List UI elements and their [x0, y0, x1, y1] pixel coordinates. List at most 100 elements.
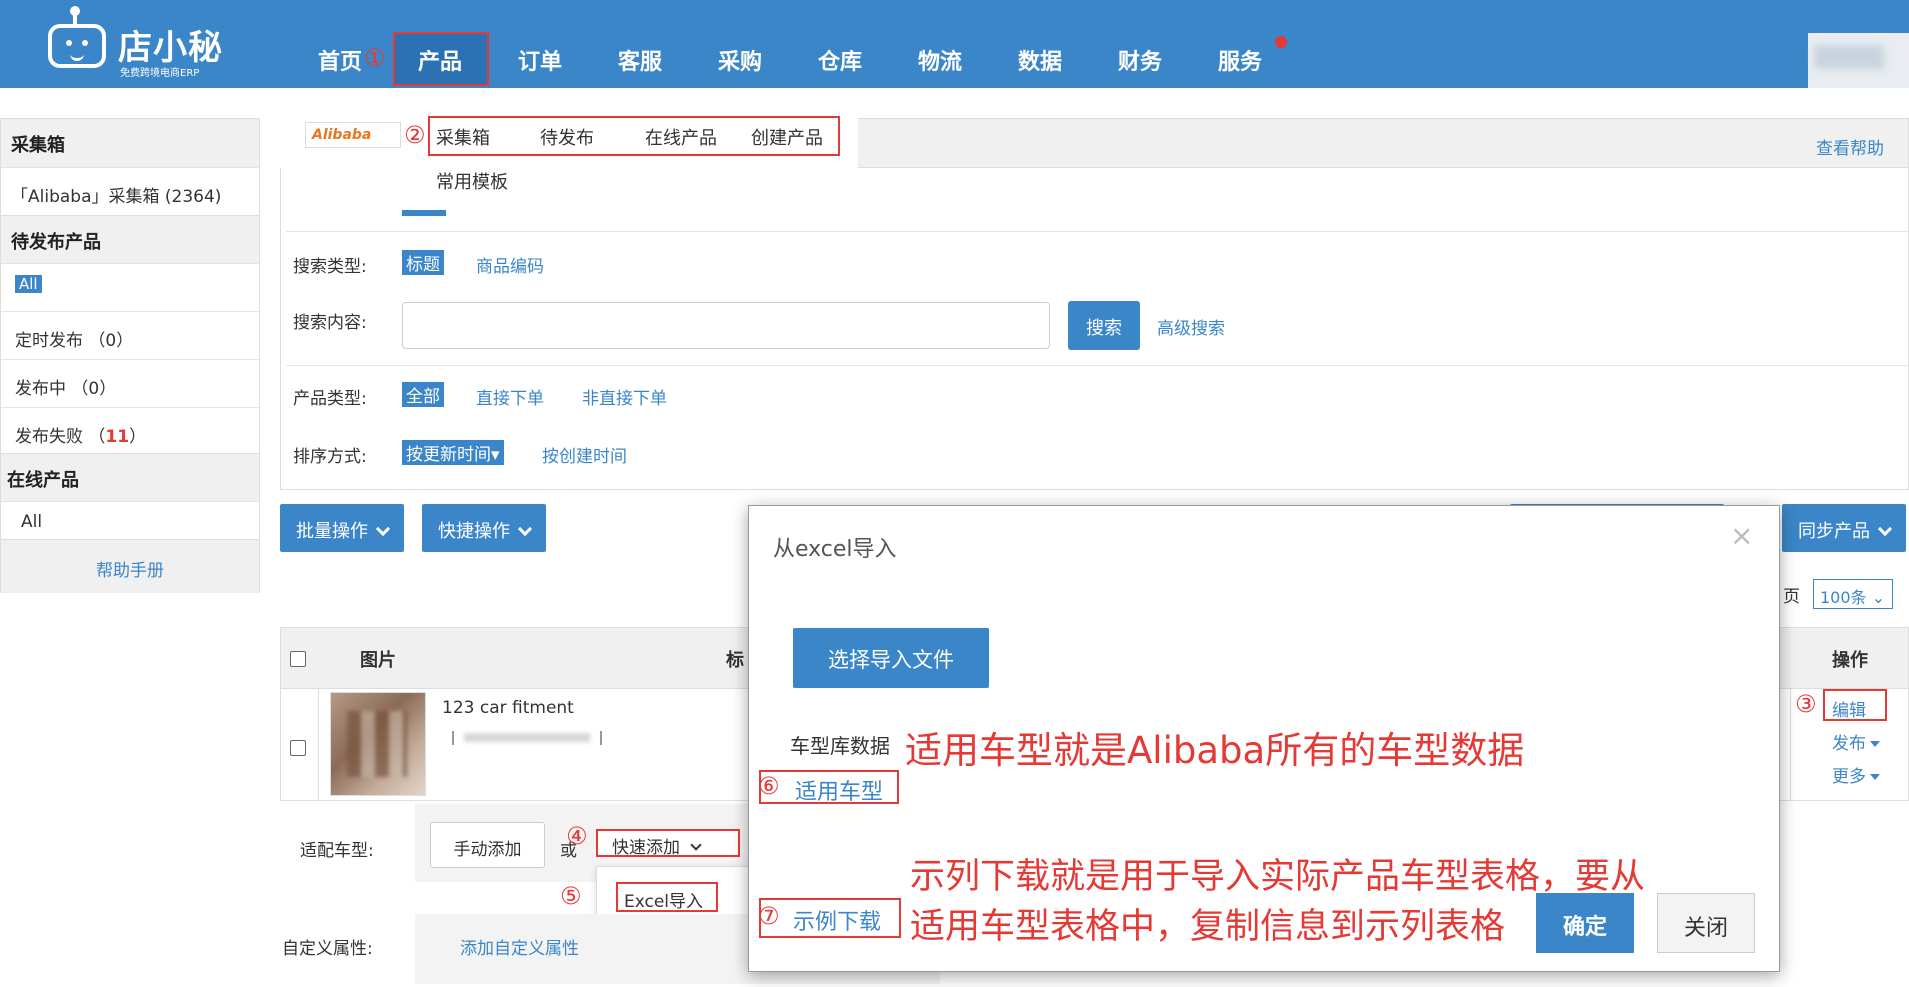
add-custom-attr-link[interactable]: 添加自定义属性: [460, 934, 579, 959]
row-checkbox[interactable]: [290, 740, 306, 756]
nav-products[interactable]: 产品: [418, 44, 462, 76]
product-code-redacted: [452, 731, 602, 745]
select-all-checkbox[interactable]: [290, 651, 306, 667]
more-label: 更多: [1832, 767, 1866, 787]
subtab-online[interactable]: 在线产品: [645, 124, 717, 150]
subtab-pending[interactable]: 待发布: [540, 124, 594, 150]
car-library-label: 车型库数据: [790, 734, 890, 758]
search-type-sku[interactable]: 商品编码: [476, 252, 544, 277]
sidebar-head-pending: 待发布产品: [1, 215, 259, 263]
sidebar-item-pending-all[interactable]: All: [1, 263, 259, 311]
product-type-direct[interactable]: 直接下单: [476, 384, 544, 409]
nav-warehouse[interactable]: 仓库: [818, 44, 862, 76]
marker-2: ②: [404, 121, 426, 149]
applicable-models-link[interactable]: 适用车型: [795, 780, 883, 805]
batch-actions-label: 批量操作: [296, 521, 368, 542]
page-size-select[interactable]: 100条 ⌄: [1813, 579, 1893, 609]
product-title[interactable]: 123 car fitment: [442, 698, 574, 718]
sidebar-head-collect: 采集箱: [1, 119, 259, 167]
marker-1: ①: [364, 44, 386, 72]
choose-file-button[interactable]: 选择导入文件: [793, 628, 989, 688]
col-ops: 操作: [1832, 650, 1868, 671]
failed-label: 发布失败 （: [15, 427, 106, 447]
sidebar-item-failed[interactable]: 发布失败 （11）: [1, 407, 259, 455]
column-divider: [1790, 689, 1791, 801]
manual-add-button[interactable]: 手动添加: [430, 822, 545, 868]
sidebar-item-scheduled[interactable]: 定时发布 （0）: [1, 311, 259, 359]
quick-actions-label: 快捷操作: [438, 521, 510, 542]
nav-service[interactable]: 客服: [618, 44, 662, 76]
search-type-title[interactable]: 标题: [402, 250, 444, 275]
pending-all-badge: All: [15, 275, 42, 293]
sample-download-link-box[interactable]: 示例下载: [759, 898, 901, 938]
fitment-label: 适配车型:: [300, 841, 374, 861]
left-sidebar: 采集箱 「Alibaba」采集箱 (2364) 待发布产品 All 定时发布 （…: [0, 118, 260, 593]
nav-services[interactable]: 服务: [1218, 44, 1262, 76]
sidebar-head-online: 在线产品: [1, 453, 259, 501]
chevron-down-icon: [517, 521, 533, 537]
chevron-down-icon: [1877, 521, 1893, 537]
logo-subtitle: 免费跨境电商ERP: [120, 68, 200, 79]
alibaba-logo[interactable]: Alibaba: [305, 122, 401, 148]
annotation-note-2: 示列下载就是用于导入实际产品车型表格，要从: [910, 857, 1646, 897]
nav-purchase[interactable]: 采购: [718, 44, 762, 76]
close-icon[interactable]: ×: [1730, 522, 1753, 550]
column-divider: [318, 689, 319, 801]
applicable-models-link-box[interactable]: 适用车型: [759, 770, 899, 805]
search-type-label: 搜索类型:: [293, 257, 367, 277]
product-type-all[interactable]: 全部: [402, 382, 444, 407]
sidebar-item-alibaba-collect[interactable]: 「Alibaba」采集箱 (2364): [1, 167, 259, 215]
caret-down-icon: [1870, 774, 1880, 780]
logo-name: 店小秘: [118, 28, 223, 68]
excel-import-menu-item[interactable]: Excel导入: [616, 882, 718, 912]
marker-3: ③: [1795, 690, 1817, 718]
subtab-create[interactable]: 创建产品: [751, 124, 823, 150]
marker-4: ④: [566, 822, 588, 850]
page-label: 页: [1783, 587, 1800, 607]
chevron-down-icon: [375, 521, 391, 537]
sort-by-create[interactable]: 按创建时间: [542, 442, 627, 467]
search-button[interactable]: 搜索: [1068, 301, 1140, 350]
quick-add-label: 快速添加: [612, 838, 680, 858]
marker-5: ⑤: [560, 882, 582, 910]
app-logo[interactable]: 店小秘 免费跨境电商ERP: [46, 6, 222, 80]
quick-actions-button[interactable]: 快捷操作: [422, 504, 546, 552]
quick-add-dropdown[interactable]: 快速添加: [596, 829, 740, 858]
product-type-label: 产品类型:: [293, 389, 367, 409]
edit-link[interactable]: 编辑: [1832, 696, 1866, 721]
product-type-indirect[interactable]: 非直接下单: [582, 384, 667, 409]
subtab-collect[interactable]: 采集箱: [436, 124, 490, 150]
advanced-search-link[interactable]: 高级搜索: [1157, 314, 1225, 339]
annotation-note-1: 适用车型就是Alibaba所有的车型数据: [905, 729, 1525, 772]
batch-actions-button[interactable]: 批量操作: [280, 504, 404, 552]
help-manual-link[interactable]: 帮助手册: [1, 539, 259, 593]
filter-divider: [286, 365, 1908, 366]
robot-antenna-icon: [70, 6, 80, 24]
sort-by-update[interactable]: 按更新时间▾: [402, 440, 504, 465]
confirm-button[interactable]: 确定: [1536, 893, 1634, 953]
nav-orders[interactable]: 订单: [518, 44, 562, 76]
annotation-note-3: 适用车型表格中，复制信息到示列表格: [910, 907, 1506, 947]
filter-divider: [286, 231, 1908, 232]
more-dropdown[interactable]: 更多: [1832, 762, 1880, 787]
search-input[interactable]: [402, 302, 1050, 349]
close-button[interactable]: 关闭: [1657, 893, 1755, 953]
nav-finance[interactable]: 财务: [1118, 44, 1162, 76]
nav-logistics[interactable]: 物流: [918, 44, 962, 76]
nav-data[interactable]: 数据: [1018, 44, 1062, 76]
publish-dropdown[interactable]: 发布: [1832, 729, 1880, 754]
product-thumbnail[interactable]: [330, 692, 426, 796]
robot-logo-icon: [48, 24, 106, 68]
failed-count: 11: [105, 427, 130, 447]
col-title: 标: [726, 650, 744, 671]
sidebar-item-publishing[interactable]: 发布中 （0）: [1, 359, 259, 407]
sample-download-link[interactable]: 示例下载: [793, 910, 881, 935]
sync-products-label: 同步产品: [1798, 521, 1870, 542]
user-account-avatar[interactable]: [1808, 33, 1909, 88]
sync-products-button[interactable]: 同步产品: [1782, 504, 1906, 552]
col-image: 图片: [360, 650, 396, 671]
chevron-down-icon: [690, 839, 702, 851]
view-help-link[interactable]: 查看帮助: [1816, 134, 1884, 159]
nav-home[interactable]: 首页: [318, 44, 362, 76]
failed-close: ）: [129, 427, 147, 447]
